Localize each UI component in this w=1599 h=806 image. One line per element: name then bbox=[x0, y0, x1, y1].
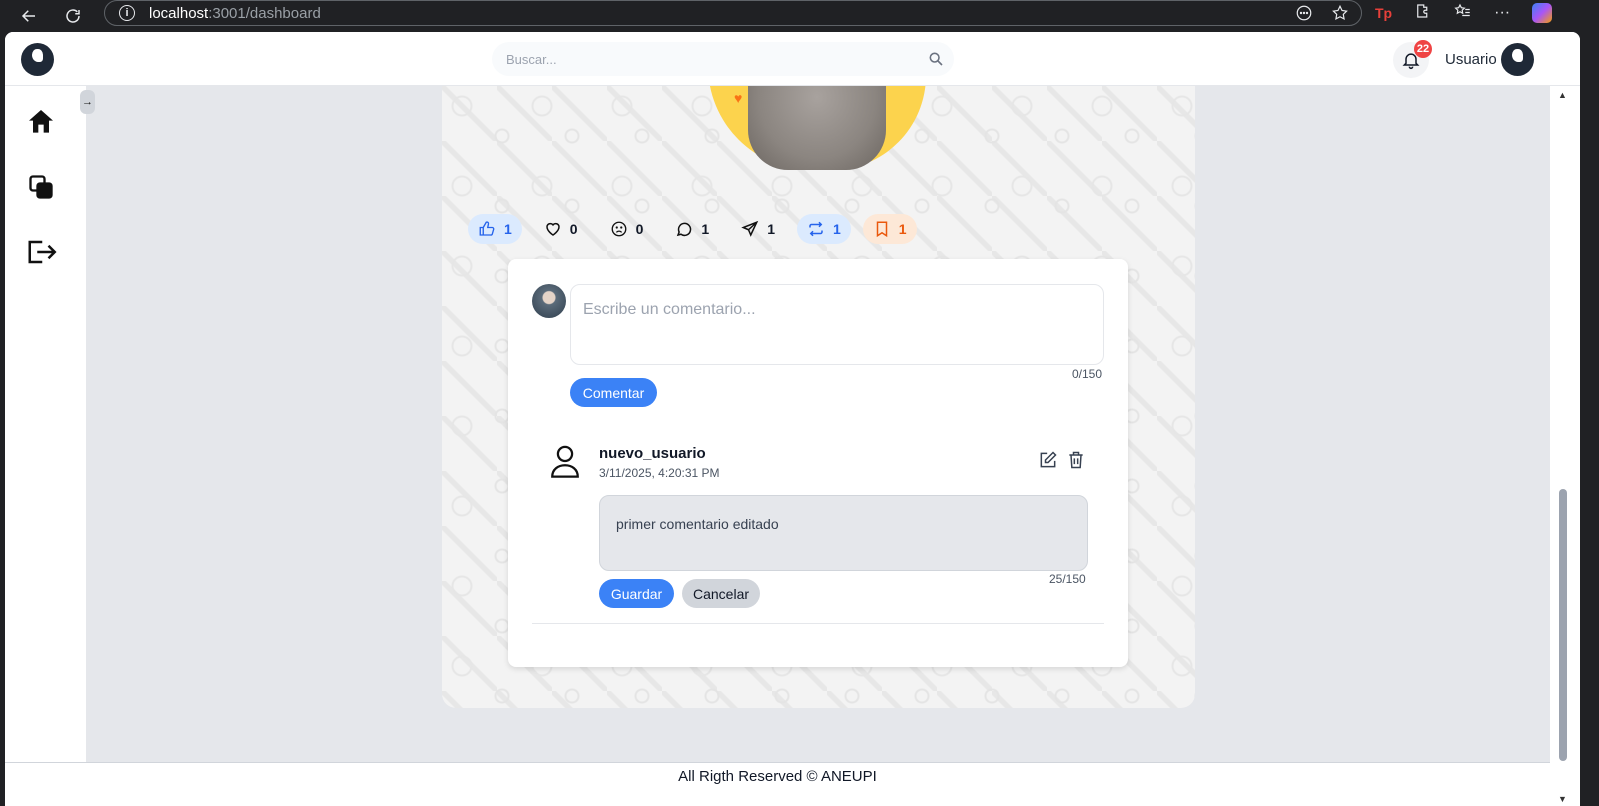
sidebar-item-layers[interactable] bbox=[23, 169, 59, 205]
scroll-up-arrow-icon[interactable]: ▲ bbox=[1558, 90, 1567, 100]
love-button[interactable]: 0 bbox=[534, 214, 588, 244]
love-count: 0 bbox=[569, 221, 578, 237]
thumbs-up-icon bbox=[479, 221, 495, 236]
home-icon bbox=[29, 110, 53, 133]
footer: All Rigth Reserved © ANEUPI bbox=[5, 762, 1550, 806]
scrollbar[interactable]: ▲ ▼ bbox=[1550, 86, 1580, 806]
comments-section: 0/150 Comentar nuevo_usuario 3/11/2025, … bbox=[508, 259, 1128, 667]
divider bbox=[532, 623, 1104, 624]
more-options-circle-icon[interactable] bbox=[1295, 4, 1313, 26]
back-arrow-icon[interactable] bbox=[14, 4, 44, 28]
share-count: 1 bbox=[767, 221, 775, 237]
search-input[interactable] bbox=[506, 51, 906, 67]
reload-icon[interactable] bbox=[58, 4, 88, 28]
comment-button[interactable]: 1 bbox=[665, 214, 719, 244]
repost-count: 1 bbox=[832, 221, 841, 237]
like-count: 1 bbox=[504, 221, 512, 237]
sad-count: 0 bbox=[635, 221, 644, 237]
share-button[interactable]: 1 bbox=[731, 214, 785, 244]
user-avatar[interactable] bbox=[1501, 43, 1534, 76]
app-header: 22 Usuario bbox=[5, 32, 1580, 86]
sidebar-item-logout[interactable] bbox=[23, 234, 59, 270]
tp-extension-icon[interactable]: Tp bbox=[1375, 5, 1392, 21]
heart-icon bbox=[546, 222, 560, 236]
sad-button[interactable]: 0 bbox=[600, 214, 654, 244]
cancel-button[interactable]: Cancelar bbox=[682, 579, 760, 608]
layers-icon bbox=[29, 175, 53, 199]
favorite-star-icon[interactable] bbox=[1331, 4, 1349, 26]
edit-icon[interactable] bbox=[1038, 450, 1058, 475]
scrollbar-thumb[interactable] bbox=[1559, 489, 1567, 761]
app-logo[interactable] bbox=[21, 43, 54, 76]
bookmark-icon bbox=[876, 221, 888, 238]
app-window: 22 Usuario → ♥ 1 0 bbox=[5, 32, 1580, 806]
address-bar[interactable]: i localhost:3001/dashboard bbox=[104, 0, 1362, 26]
bookmark-button[interactable]: 1 bbox=[862, 214, 917, 244]
new-comment-input[interactable] bbox=[570, 284, 1104, 365]
notifications-button[interactable]: 22 bbox=[1393, 40, 1432, 78]
search-icon[interactable] bbox=[928, 51, 944, 72]
current-user-avatar bbox=[532, 284, 566, 318]
scroll-down-arrow-icon[interactable]: ▼ bbox=[1558, 794, 1567, 804]
comment-count: 1 bbox=[701, 221, 710, 237]
comment-author[interactable]: nuevo_usuario bbox=[599, 445, 706, 462]
edit-comment-field[interactable]: primer comentario editado bbox=[599, 495, 1088, 571]
footer-text: All Rigth Reserved © ANEUPI bbox=[678, 768, 877, 785]
sidebar-item-home[interactable] bbox=[23, 104, 59, 140]
comment-icon bbox=[677, 222, 692, 237]
edit-comment-counter: 25/150 bbox=[1049, 572, 1086, 586]
like-button[interactable]: 1 bbox=[468, 214, 522, 244]
site-info-icon[interactable]: i bbox=[119, 5, 135, 21]
search-bar bbox=[492, 42, 954, 76]
heart-decoration-icon: ♥ bbox=[734, 90, 743, 106]
sidebar-collapse-button[interactable]: → bbox=[80, 90, 95, 114]
save-button[interactable]: Guardar bbox=[599, 579, 674, 608]
logout-icon bbox=[28, 240, 57, 264]
delete-icon[interactable] bbox=[1066, 450, 1086, 475]
submit-comment-button[interactable]: Comentar bbox=[570, 378, 657, 407]
notification-badge: 22 bbox=[1414, 40, 1432, 58]
comment-user-icon bbox=[548, 442, 582, 485]
repost-button[interactable]: 1 bbox=[796, 214, 851, 244]
post-image[interactable]: ♥ bbox=[708, 86, 926, 170]
browser-toolbar: i localhost:3001/dashboard Tp ··· bbox=[0, 0, 1599, 32]
sidebar bbox=[5, 86, 86, 762]
url-text: localhost:3001/dashboard bbox=[149, 4, 321, 22]
comment-timestamp: 3/11/2025, 4:20:31 PM bbox=[599, 466, 720, 480]
extensions-puzzle-icon[interactable] bbox=[1414, 2, 1432, 25]
copilot-icon[interactable] bbox=[1532, 3, 1553, 23]
sad-face-icon bbox=[611, 221, 627, 237]
send-icon bbox=[741, 220, 759, 237]
bookmark-count: 1 bbox=[898, 221, 907, 237]
reaction-bar: 1 0 0 1 1 1 1 bbox=[468, 214, 929, 244]
more-menu-icon[interactable]: ··· bbox=[1494, 4, 1510, 22]
post-card: ♥ 1 0 0 1 1 1 1 Escribe un comentario...… bbox=[442, 86, 1195, 708]
new-comment-counter: 0/150 bbox=[1072, 367, 1103, 381]
favorites-list-icon[interactable] bbox=[1454, 2, 1472, 25]
user-name[interactable]: Usuario bbox=[1445, 51, 1497, 68]
repost-icon bbox=[809, 221, 823, 237]
